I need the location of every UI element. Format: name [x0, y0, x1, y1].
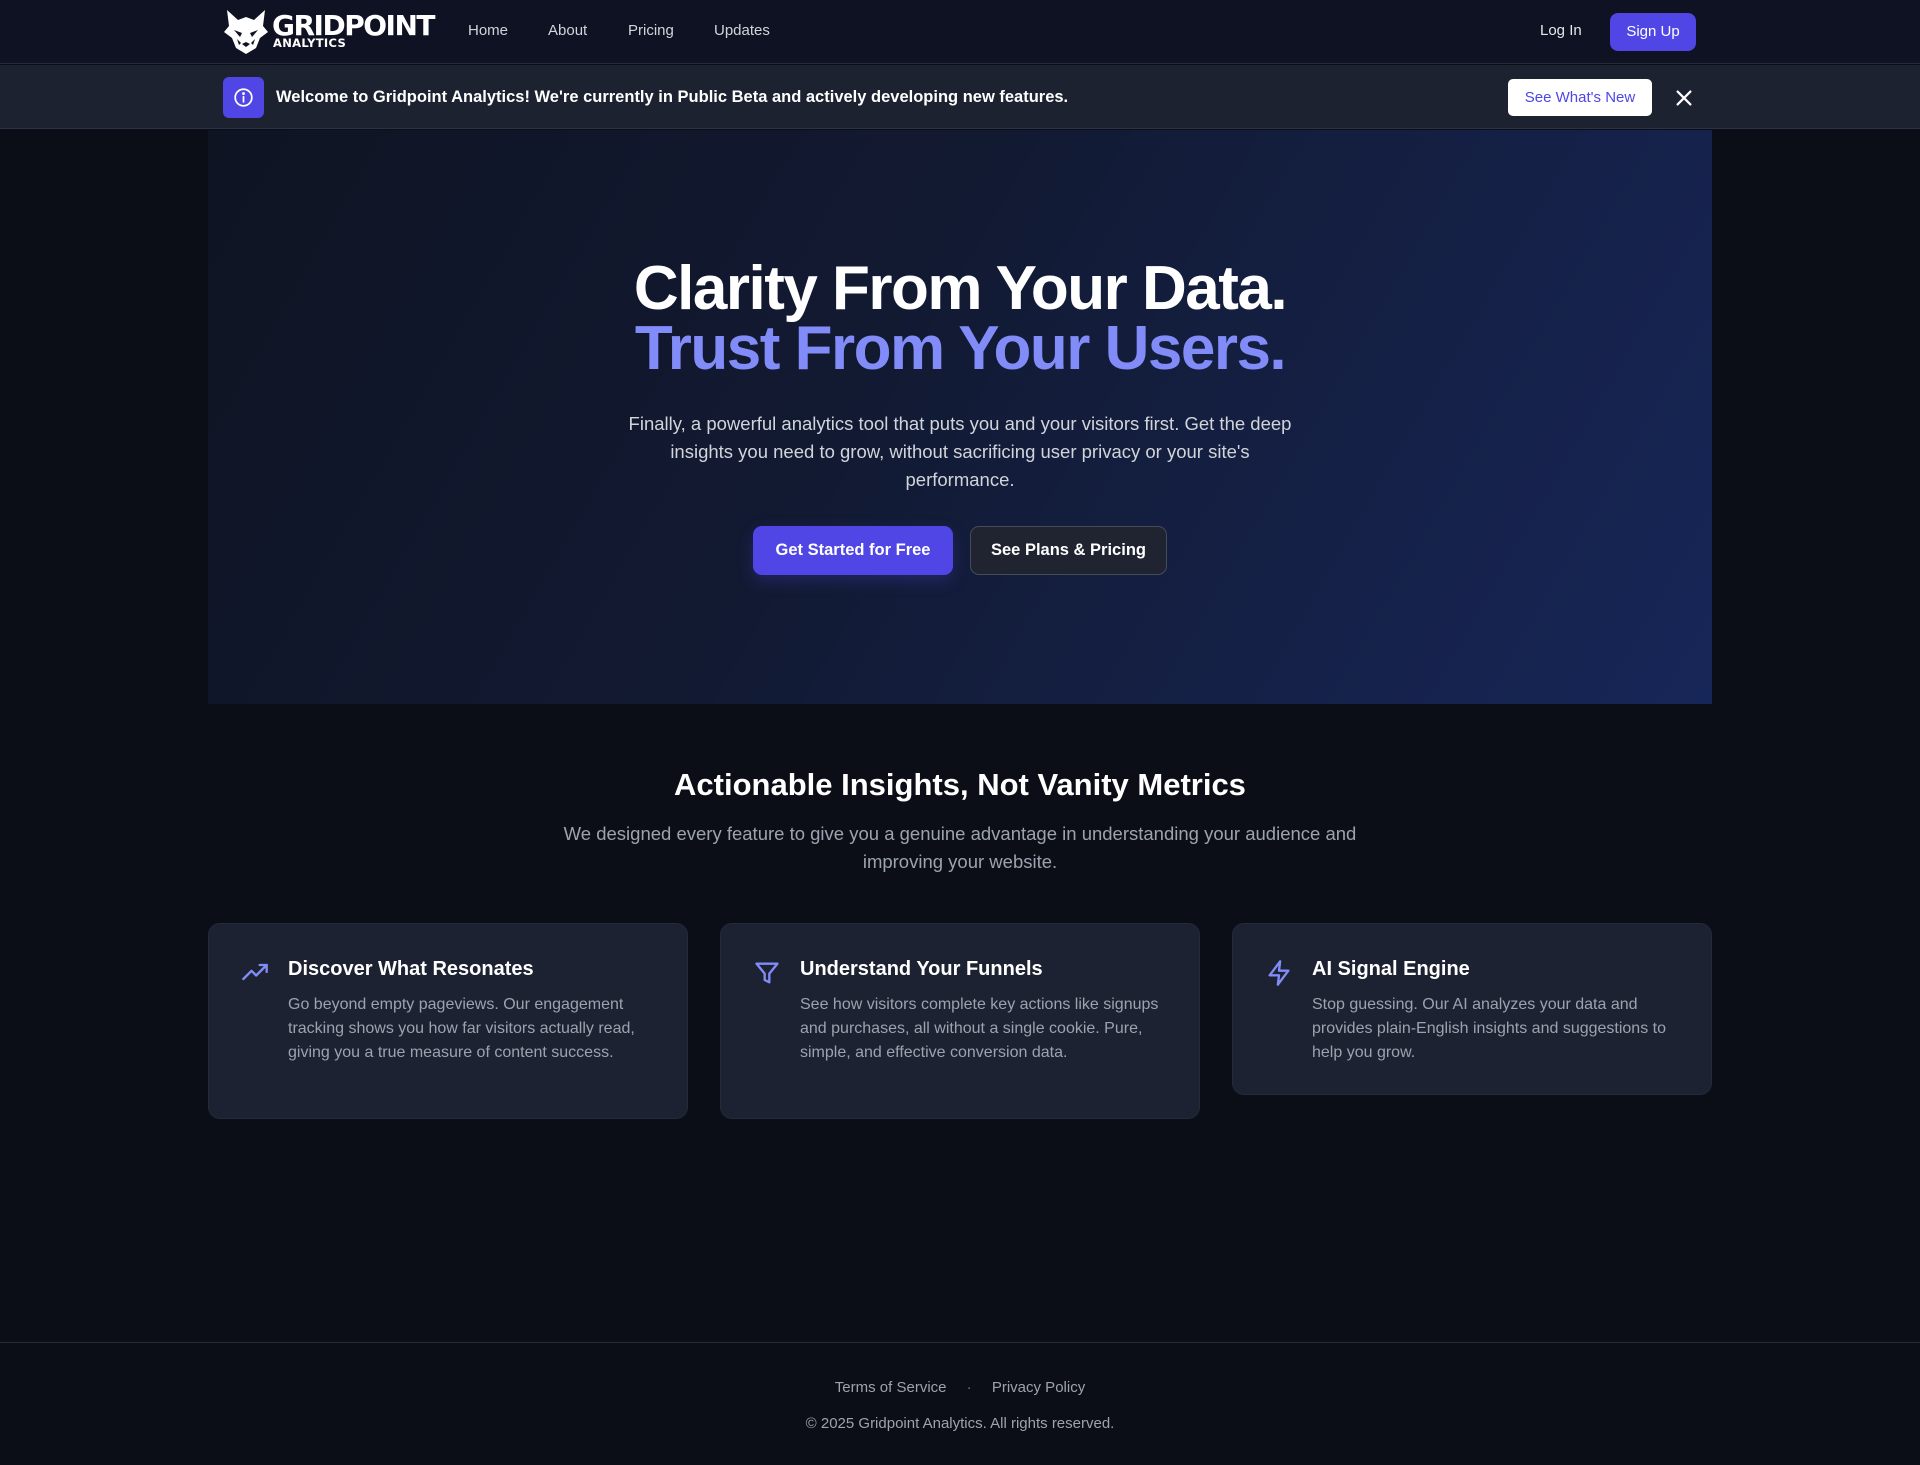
feature-description: Stop guessing. Our AI analyzes your data…: [1312, 996, 1666, 1061]
features-heading: Actionable Insights, Not Vanity Metrics: [674, 767, 1246, 802]
feature-title: AI Signal Engine: [1312, 958, 1470, 980]
nav-link-updates[interactable]: Updates: [714, 21, 770, 41]
info-icon: [234, 88, 253, 107]
privacy-policy-link[interactable]: Privacy Policy: [992, 1378, 1085, 1398]
top-navbar: GRIDPOINT ANALYTICS Home About Pricing U…: [0, 0, 1920, 64]
hero-subtitle: Finally, a powerful analytics tool that …: [628, 413, 1292, 490]
site-footer: Terms of Service · Privacy Policy © 2025…: [0, 1342, 1920, 1465]
login-link[interactable]: Log In: [1540, 21, 1582, 41]
signup-button[interactable]: Sign Up: [1610, 13, 1696, 51]
feature-card-discover: Discover What Resonates Go beyond empty …: [208, 923, 688, 1119]
hero-title-line1: Clarity From Your Data.: [633, 254, 1288, 323]
lightning-icon: [1268, 960, 1290, 986]
get-started-button[interactable]: Get Started for Free: [753, 526, 953, 575]
funnel-icon: [755, 962, 779, 984]
info-icon-badge: [223, 77, 264, 118]
feature-title: Understand Your Funnels: [800, 958, 1043, 980]
feature-description: See how visitors complete key actions li…: [800, 996, 1159, 1061]
feature-card-ai-signal: AI Signal Engine Stop guessing. Our AI a…: [1232, 923, 1712, 1095]
brand-logo[interactable]: GRIDPOINT ANALYTICS: [223, 8, 435, 55]
footer-separator: ·: [966, 1379, 972, 1396]
see-plans-pricing-button[interactable]: See Plans & Pricing: [970, 526, 1167, 575]
banner-message: Welcome to Gridpoint Analytics! We're cu…: [276, 88, 1069, 106]
nav-link-about[interactable]: About: [548, 21, 587, 41]
nav-link-pricing[interactable]: Pricing: [628, 21, 674, 41]
feature-description: Go beyond empty pageviews. Our engagemen…: [288, 996, 635, 1061]
trending-up-icon: [242, 963, 268, 981]
footer-links: Terms of Service · Privacy Policy: [0, 1378, 1920, 1398]
hero-section: Clarity From Your Data. Trust From Your …: [208, 130, 1712, 704]
beta-announcement-banner: Welcome to Gridpoint Analytics! We're cu…: [0, 65, 1920, 129]
nav-link-home[interactable]: Home: [468, 21, 508, 41]
see-whats-new-button[interactable]: See What's New: [1508, 79, 1652, 116]
feature-title: Discover What Resonates: [288, 958, 534, 980]
terms-of-service-link[interactable]: Terms of Service: [835, 1378, 947, 1398]
brand-subtitle: ANALYTICS: [273, 36, 347, 50]
close-icon[interactable]: [1673, 87, 1695, 109]
copyright-text: © 2025 Gridpoint Analytics. All rights r…: [805, 1415, 1115, 1432]
hero-title-line2: Trust From Your Users.: [634, 314, 1287, 383]
wolf-logo-icon: [224, 10, 268, 54]
features-subtitle: We designed every feature to give you a …: [563, 823, 1357, 872]
feature-card-funnels: Understand Your Funnels See how visitors…: [720, 923, 1200, 1119]
